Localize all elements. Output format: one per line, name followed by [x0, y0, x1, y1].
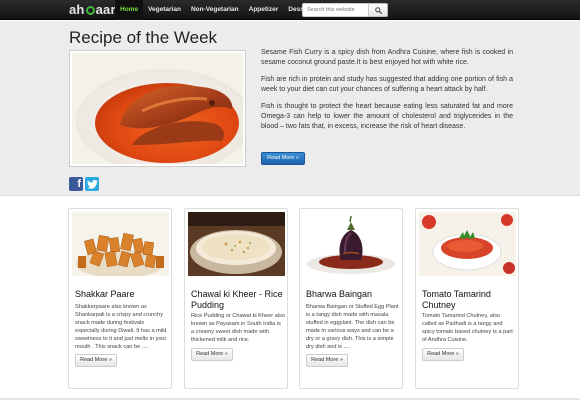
- nav-item-home[interactable]: Home: [115, 0, 144, 20]
- main-nav: Home Vegetarian Non-Vegetarian Appetizer…: [115, 0, 317, 20]
- search-icon: [374, 6, 382, 14]
- card-title[interactable]: Shakkar Paare: [75, 289, 169, 300]
- search-button[interactable]: [369, 3, 388, 17]
- recipe-card: Tomato Tamarind Chutney Tomato Tamarind …: [415, 208, 519, 389]
- nav-item-vegetarian[interactable]: Vegetarian: [143, 0, 186, 20]
- card-read-more-button[interactable]: Read More »: [75, 354, 117, 367]
- tomato-chutney-photo[interactable]: [419, 212, 516, 276]
- card-description: Rice Pudding or Chawal ki Kheer also kno…: [191, 313, 285, 343]
- search-input[interactable]: [302, 3, 369, 17]
- fish-curry-photo[interactable]: [69, 50, 252, 173]
- card-read-more-button[interactable]: Read More »: [191, 348, 233, 361]
- card-description: Bharwa Baingan or Stuffed Egg Plant is a…: [306, 304, 399, 350]
- card-description: Shakkarpaare also known as Shankarpali i…: [75, 304, 167, 350]
- page-title: Recipe of the Week: [69, 28, 218, 47]
- nav-item-non-vegetarian[interactable]: Non-Vegetarian: [186, 0, 244, 20]
- brand-name-part2: aar: [95, 2, 116, 17]
- social-links: f: [69, 177, 99, 191]
- recipe-card: Chawal ki Kheer - Rice Pudding Rice Pudd…: [184, 208, 288, 389]
- recipe-card: Shakkar Paare Shakkarpaare also known as…: [68, 208, 172, 389]
- stuffed-eggplant-photo[interactable]: [303, 212, 400, 276]
- twitter-icon[interactable]: [85, 177, 99, 191]
- hero-read-more-button[interactable]: Read More »: [261, 152, 305, 165]
- search-form: [302, 3, 388, 17]
- card-title[interactable]: Bharwa Baingan: [306, 289, 400, 300]
- card-title[interactable]: Tomato Tamarind Chutney: [422, 289, 516, 311]
- description-paragraph: Sesame Fish Curry is a spicy dish from A…: [261, 49, 513, 66]
- card-read-more-button[interactable]: Read More »: [422, 348, 464, 361]
- brand-logo[interactable]: ah aar: [69, 2, 116, 17]
- logo-ring-icon: [85, 6, 95, 15]
- recipe-description: Sesame Fish Curry is a spicy dish from A…: [261, 48, 513, 139]
- recipe-of-the-week-section: Recipe of the Week Sesame Fish Curry is …: [0, 21, 580, 196]
- description-paragraph: Fish are rich in protein and study has s…: [261, 76, 513, 93]
- facebook-icon[interactable]: f: [69, 177, 83, 191]
- recipe-card: Bharwa Baingan Bharwa Baingan or Stuffed…: [299, 208, 403, 389]
- brand-name-part1: ah: [69, 2, 85, 17]
- card-description: Tomato Tamarind Chutney, also called as …: [422, 313, 513, 343]
- description-paragraph: Fish is thought to protect the heart bec…: [261, 103, 513, 130]
- rice-pudding-photo[interactable]: [188, 212, 285, 276]
- shakkar-paare-photo[interactable]: [72, 212, 169, 276]
- card-title[interactable]: Chawal ki Kheer - Rice Pudding: [191, 289, 285, 311]
- nav-item-appetizer[interactable]: Appetizer: [244, 0, 284, 20]
- card-read-more-button[interactable]: Read More »: [306, 354, 348, 367]
- top-navbar: ah aar Home Vegetarian Non-Vegetarian App…: [0, 0, 580, 20]
